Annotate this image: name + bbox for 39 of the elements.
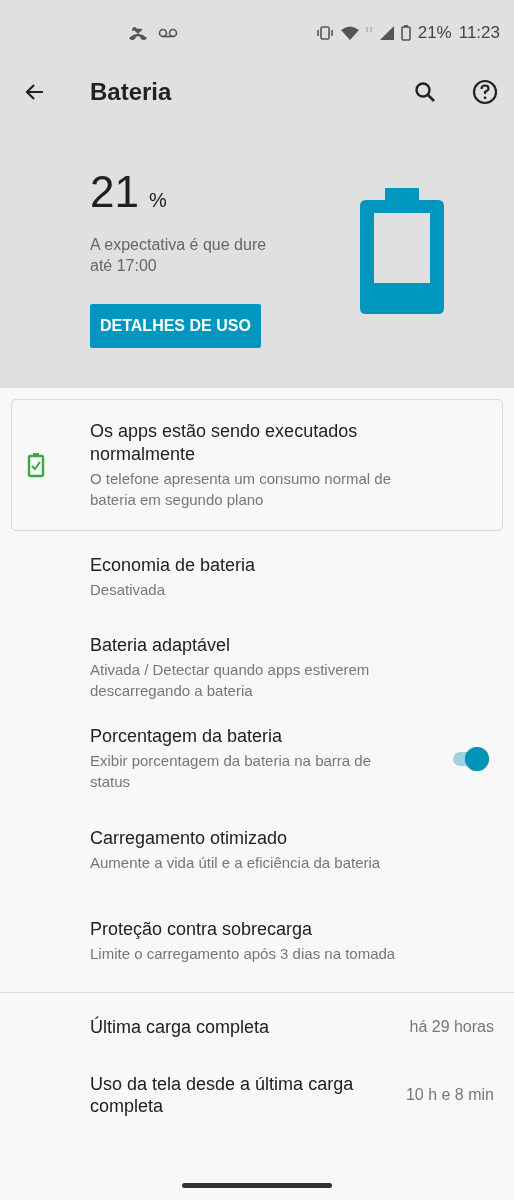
setting-item[interactable]: Proteção contra sobrecarga Limite o carregamento após 3 dias na tomada (0, 895, 514, 986)
status-subtitle: O telefone apresenta um consumo normal de bateria em segundo plano (90, 469, 392, 510)
setting-title: Bateria adaptável (90, 634, 232, 657)
battery-icon (360, 188, 444, 314)
clock: 11:23 (458, 23, 500, 43)
setting-summary: Limite o carregamento após 3 dias na tomada (90, 943, 397, 964)
info-value: há 29 horas (409, 1018, 494, 1036)
battery-level: 21 (90, 170, 139, 214)
help-button[interactable] (470, 77, 500, 107)
estimate-text: A expectativa é que dure até 17:00 (90, 235, 268, 276)
battery-percent: 21% (417, 23, 452, 43)
status-title: Os apps estão sendo executados normalmente (90, 420, 359, 466)
setting-title: Proteção contra sobrecarga (90, 917, 314, 941)
search-icon (413, 80, 437, 104)
screen-title: Bateria (90, 78, 173, 106)
info-label: Uso da tela desde a última carga completa (90, 1073, 355, 1117)
percent-unit: % (148, 189, 167, 212)
setting-item[interactable]: Bateria adaptável Ativada / Detectar quando apps estiverem descarregando a bateria (0, 622, 514, 713)
wifi-icon (340, 26, 359, 40)
missed-call-icon (128, 26, 148, 40)
setting-item[interactable]: Carregamento otimizado Aumente a vida útil e a eficiência da bateria (0, 804, 514, 895)
vibrate-icon (315, 26, 334, 40)
setting-title: Porcentagem da bateria (90, 725, 284, 748)
battery-check-icon (27, 452, 45, 478)
status-card[interactable]: Os apps estão sendo executados normalmente O telefone apresenta um consumo normal de bateria em segundo plano (11, 399, 503, 531)
battery-icon (400, 25, 411, 41)
setting-item[interactable]: Porcentagem da bateria Exibir porcentagem da bateria na barra de status (0, 713, 514, 804)
setting-summary: Exibir porcentagem da bateria na barra de status (90, 751, 372, 792)
setting-item[interactable]: Economia de bateria Desativada (0, 531, 514, 622)
voicemail-icon (158, 28, 178, 38)
setting-title: Economia de bateria (90, 553, 257, 577)
info-label: Última carga completa (90, 1016, 271, 1038)
setting-summary: Aumente a vida útil e a eficiência da bateria (90, 852, 382, 873)
info-value: 10 h e 8 min (405, 1086, 494, 1104)
setting-summary: Ativada / Detectar quando apps estiverem descarregando a bateria (90, 660, 371, 701)
setting-title: Carregamento otimizado (90, 826, 289, 850)
setting-summary: Desativada (90, 579, 167, 600)
signal-icon (365, 26, 394, 40)
help-icon (472, 79, 498, 105)
